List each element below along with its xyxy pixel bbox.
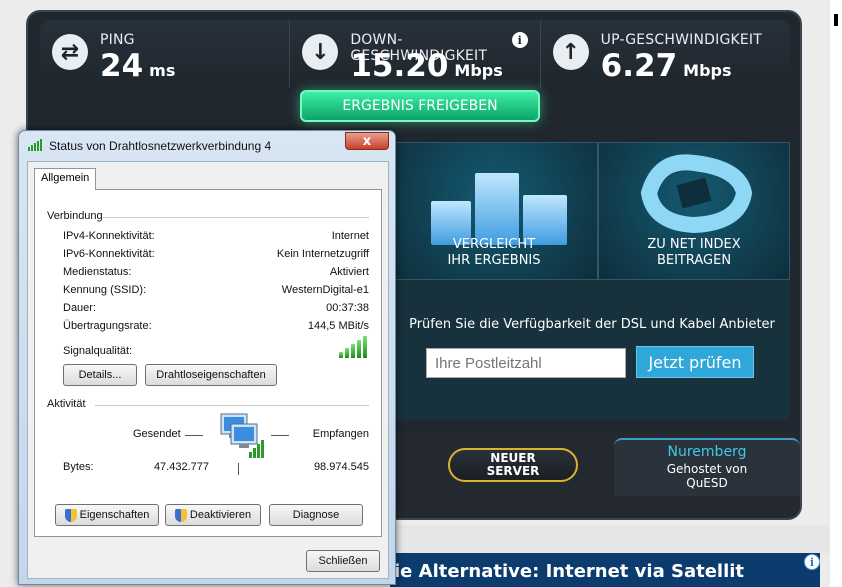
net-index-icon: [640, 154, 753, 233]
ping-arrows-icon: ⇄: [52, 34, 88, 70]
media-status-label: Medienstatus:: [63, 266, 132, 278]
compare-result-label: VERGLEICHT IHR ERGEBNIS: [391, 237, 597, 269]
received-line: [271, 435, 289, 436]
uac-shield-icon: [174, 508, 187, 522]
sent-label: Gesendet: [133, 428, 181, 440]
ad-info-icon[interactable]: i: [804, 554, 820, 570]
diagnose-button[interactable]: Diagnose: [269, 504, 363, 526]
close-icon[interactable]: x: [345, 132, 389, 150]
hosted-by-label: Gehostet von: [666, 462, 748, 476]
info-icon[interactable]: i: [511, 32, 528, 48]
signal-bar: [357, 340, 361, 358]
connection-heading: Verbindung: [47, 210, 103, 222]
upload-unit: Mbps: [683, 61, 732, 80]
check-now-button[interactable]: Jetzt prüfen: [636, 346, 754, 378]
download-number: 15.20: [350, 48, 449, 84]
upload-number: 6.27: [600, 48, 678, 84]
compare-result-tile[interactable]: VERGLEICHT IHR ERGEBNIS: [390, 142, 598, 280]
bytes-sent-value: 47.432.777: [153, 461, 209, 473]
signal-strength-icon: [339, 336, 369, 358]
zip-code-input[interactable]: [426, 348, 626, 378]
compare-line-2: IHR ERGEBNIS: [447, 253, 541, 268]
dialog-client: Allgemein Verbindung IPv4-Konnektivität:…: [27, 161, 389, 579]
uac-shield-icon: [64, 508, 77, 522]
ssid-value: WesternDigital-e1: [281, 284, 369, 296]
divider: [103, 217, 369, 218]
compare-line-1: VERGLEICHT: [452, 237, 536, 252]
net-index-label: ZU NET INDEX BEITRAGEN: [599, 237, 789, 269]
bar-chart-icon-bar: [475, 173, 519, 245]
ping-number: 24: [100, 48, 144, 84]
bytes-divider: [238, 463, 239, 475]
received-label: Empfangen: [312, 428, 369, 440]
wireless-properties-button[interactable]: Drahtloseigenschaften: [145, 364, 277, 386]
ssid-label: Kennung (SSID):: [63, 284, 147, 296]
signal-label: Signalqualität:: [63, 345, 133, 357]
network-computers-icon: [220, 413, 264, 458]
ping-stat: ⇄ PING 24 ms: [40, 20, 291, 88]
tab-general[interactable]: Allgemein: [34, 168, 97, 190]
upload-label: UP-GESCHWINDIGKEIT: [600, 32, 762, 48]
duration-label: Dauer:: [63, 302, 97, 314]
ad-banner[interactable]: ie Alternative: Internet via Satellit: [390, 553, 820, 587]
ipv6-label: IPv6-Konnektivität:: [63, 248, 155, 260]
hosted-by-name: QuESD: [686, 476, 728, 490]
bytes-label: Bytes:: [63, 461, 94, 473]
ipv6-value: Kein Internetzugriff: [276, 248, 369, 260]
network-status-dialog: Status von Drahtlosnetzwerkverbindung 4 …: [18, 130, 396, 585]
download-arrow-icon: ↓: [302, 34, 339, 70]
new-server-button[interactable]: NEUER SERVER: [448, 448, 578, 482]
ping-label: PING: [100, 32, 135, 48]
upload-arrow-icon: ↑: [552, 34, 589, 70]
speed-value: 144,5 MBit/s: [307, 320, 369, 332]
ping-value: 24 ms: [100, 48, 175, 84]
speed-label: Übertragungsrate:: [63, 320, 152, 332]
ipv4-value: Internet: [331, 230, 369, 242]
upload-value: 6.27 Mbps: [601, 48, 732, 84]
server-host: Gehostet von QuESD: [614, 462, 800, 490]
signal-bar: [363, 336, 367, 358]
media-status-value: Aktiviert: [329, 266, 369, 278]
tab-page: Verbindung IPv4-Konnektivität: Internet …: [34, 189, 382, 537]
signal-bar: [351, 344, 355, 358]
wireless-signal-icon: [28, 139, 42, 151]
upload-stat: ↑ UP-GESCHWINDIGKEIT 6.27 Mbps: [541, 20, 790, 88]
net-index-tile[interactable]: ZU NET INDEX BEITRAGEN: [598, 142, 790, 280]
server-info: Nuremberg Gehostet von QuESD: [614, 438, 800, 496]
duration-value: 00:37:38: [326, 302, 369, 314]
deactivate-button[interactable]: Deaktivieren: [165, 504, 261, 526]
download-stat: ↓ DOWN-GESCHWINDIGKEIT i 15.20 Mbps: [290, 20, 541, 88]
download-unit: Mbps: [454, 61, 503, 80]
share-result-button[interactable]: ERGEBNIS FREIGEBEN: [300, 90, 540, 122]
net-index-line-2: BEITRAGEN: [656, 253, 732, 268]
activity-heading: Aktivität: [47, 398, 86, 410]
results-header: ⇄ PING 24 ms ↓ DOWN-GESCHWINDIGKEIT i 15.…: [40, 20, 790, 88]
properties-button[interactable]: Eigenschaften: [55, 504, 159, 526]
download-value: 15.20 Mbps: [350, 48, 502, 84]
page-edge-mark: [834, 14, 838, 26]
net-index-line-1: ZU NET INDEX: [647, 237, 741, 252]
divider: [95, 405, 369, 406]
close-button[interactable]: Schließen: [306, 550, 380, 572]
signal-bar: [339, 352, 343, 358]
ipv4-label: IPv4-Konnektivität:: [63, 230, 155, 242]
ad-spacer: [396, 525, 830, 553]
server-city: Nuremberg: [667, 444, 747, 460]
bytes-received-value: 98.974.545: [313, 461, 369, 473]
sent-line: [185, 435, 203, 436]
dialog-title: Status von Drahtlosnetzwerkverbindung 4: [49, 139, 272, 153]
properties-label: Eigenschaften: [79, 509, 150, 521]
dsl-check-text: Prüfen Sie die Verfügbarkeit der DSL und…: [409, 317, 775, 332]
page-right-edge: [830, 0, 842, 587]
new-server-line-2: SERVER: [486, 464, 540, 478]
ping-unit: ms: [149, 61, 176, 80]
signal-bar: [345, 348, 349, 358]
deactivate-label: Deaktivieren: [189, 509, 252, 521]
details-button[interactable]: Details...: [63, 364, 137, 386]
